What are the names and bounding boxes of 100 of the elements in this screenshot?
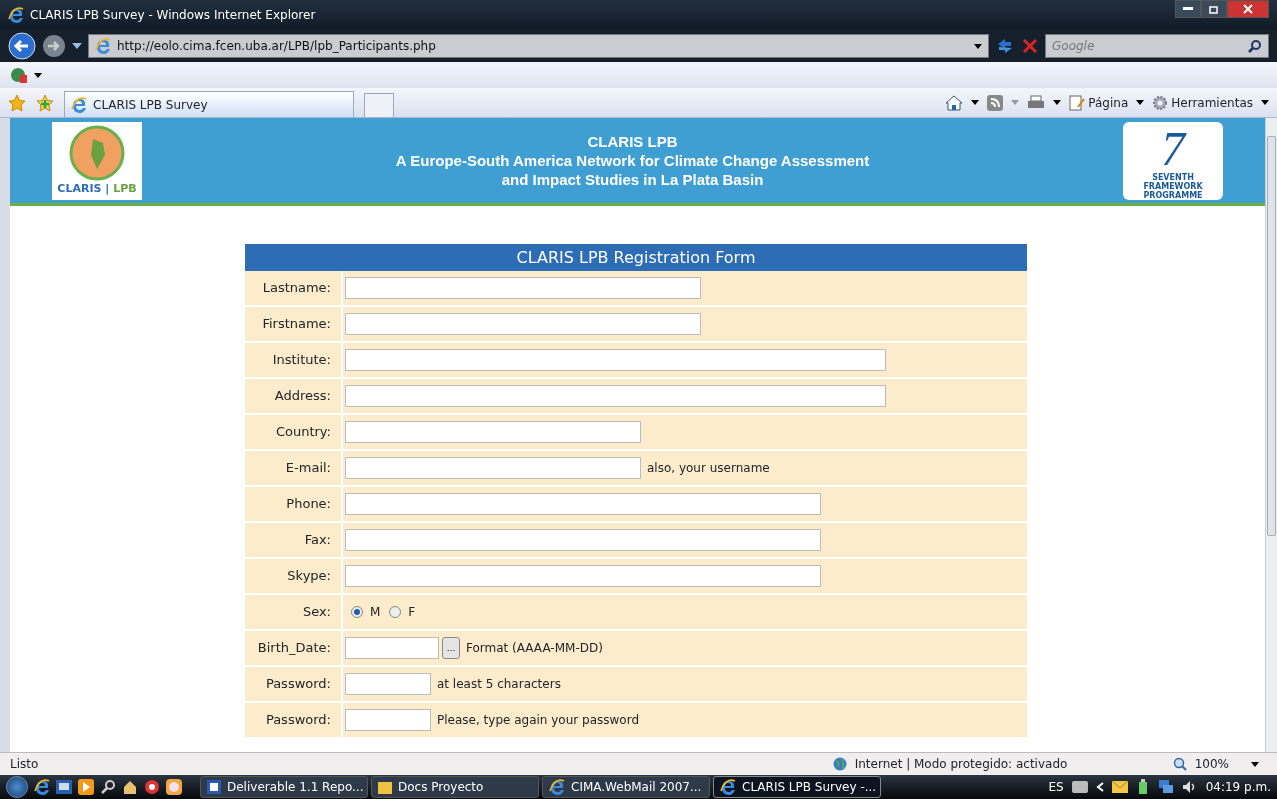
password-field[interactable] xyxy=(345,709,431,731)
logo-emblem-icon xyxy=(69,125,125,181)
language-indicator[interactable]: ES xyxy=(1048,778,1064,796)
browser-icon xyxy=(720,779,736,795)
field-label: Sex: xyxy=(245,595,341,629)
field-label: Institute: xyxy=(245,343,341,377)
input-field[interactable] xyxy=(345,349,886,371)
clock[interactable]: 04:19 p.m. xyxy=(1205,778,1271,796)
dropdown-icon[interactable] xyxy=(72,43,82,49)
command-menu[interactable]: Página xyxy=(1069,93,1129,112)
banner-text: CLARIS LPB xyxy=(586,132,679,151)
hint-text: Format (AAAA-MM-DD) xyxy=(466,640,603,657)
browser-icon[interactable] xyxy=(34,779,50,795)
home-icon[interactable] xyxy=(945,94,964,111)
browser-icon xyxy=(549,779,565,795)
printer-icon[interactable] xyxy=(1027,94,1046,111)
option-label: M xyxy=(370,604,381,621)
circle-icon[interactable] xyxy=(144,779,160,795)
restore-icon xyxy=(1209,4,1219,14)
dropdown-icon[interactable] xyxy=(1251,761,1259,767)
scrollbar[interactable] xyxy=(1265,118,1277,752)
zoom-icon[interactable] xyxy=(1172,757,1187,771)
banner-text: A Europe-South America Network for Climate Change Assessment xyxy=(394,151,871,170)
taskbar-button[interactable]: CIMA.WebMail 2007... xyxy=(542,776,710,798)
command-menu[interactable]: Herramientas xyxy=(1152,93,1253,112)
taskbar-button[interactable]: Deliverable 1.1 Repo... xyxy=(200,776,368,798)
password-field[interactable] xyxy=(345,673,431,695)
close-icon xyxy=(1243,4,1253,14)
date-field[interactable] xyxy=(345,637,439,659)
option-label: F xyxy=(408,604,416,621)
dropdown-icon[interactable] xyxy=(1053,100,1062,105)
taskbar-button[interactable]: Docs Proyecto xyxy=(371,776,539,798)
star-icon[interactable] xyxy=(8,93,26,112)
restore-button[interactable] xyxy=(1201,0,1227,18)
radio-button[interactable] xyxy=(351,606,363,618)
minimize-button[interactable] xyxy=(1175,0,1201,18)
input-field[interactable] xyxy=(345,493,821,515)
hint-text: also, your username xyxy=(647,460,770,477)
input-field[interactable] xyxy=(345,385,886,407)
logo-separator: | xyxy=(105,182,110,195)
media-player-icon[interactable] xyxy=(78,779,94,795)
chevron-icon[interactable] xyxy=(1095,782,1104,792)
field-label: Password: xyxy=(245,703,341,737)
logo-text: CLARIS xyxy=(57,182,102,195)
input-field[interactable] xyxy=(345,421,641,443)
feed-icon[interactable] xyxy=(987,94,1004,111)
browser-icon xyxy=(71,96,87,113)
input-field[interactable] xyxy=(345,457,641,479)
search-icon[interactable] xyxy=(1248,39,1262,53)
form-title: CLARIS LPB Registration Form xyxy=(245,244,1027,271)
browser-icon xyxy=(8,7,24,23)
window-title: CLARIS LPB Survey - Windows Internet Explorer xyxy=(30,7,316,24)
globe-icon[interactable] xyxy=(10,67,28,83)
input-field[interactable] xyxy=(345,529,821,551)
field-label: Skype: xyxy=(245,559,341,593)
magnifier-icon[interactable] xyxy=(100,779,116,795)
globe-icon xyxy=(832,757,847,771)
field-label: Country: xyxy=(245,415,341,449)
page-icon xyxy=(1069,94,1086,111)
start-button[interactable] xyxy=(6,776,28,798)
taskbar-button[interactable]: CLARIS LPB Survey -... xyxy=(713,776,881,798)
zoom-level[interactable]: 100% xyxy=(1194,755,1229,773)
dropdown-icon[interactable] xyxy=(974,43,982,49)
keyboard-icon[interactable] xyxy=(1071,781,1088,793)
dropdown-icon[interactable] xyxy=(971,100,980,105)
envelope-icon[interactable] xyxy=(1111,781,1128,793)
input-field[interactable] xyxy=(345,277,701,299)
input-field[interactable] xyxy=(345,565,821,587)
desktop-icon[interactable] xyxy=(56,780,72,794)
status-text: Listo xyxy=(10,756,39,773)
forward-icon[interactable] xyxy=(42,34,66,58)
dropdown-icon[interactable] xyxy=(34,72,42,78)
house-icon[interactable] xyxy=(122,779,138,795)
radio-button[interactable] xyxy=(389,606,402,618)
field-label: Fax: xyxy=(245,523,341,557)
input-field[interactable] xyxy=(345,313,701,335)
logo-text: LPB xyxy=(113,182,137,195)
logo-numeral: 7 xyxy=(1161,124,1185,173)
close-button[interactable] xyxy=(1227,0,1269,18)
back-icon[interactable] xyxy=(8,32,36,60)
gear-icon xyxy=(1152,94,1169,111)
add-favorite-icon[interactable] xyxy=(36,93,54,112)
address-field[interactable]: http://eolo.cima.fcen.uba.ar/LPB/lpb_Participants.php xyxy=(88,34,989,58)
browser-tab[interactable]: CLARIS LPB Survey xyxy=(64,91,354,117)
network-icon[interactable] xyxy=(1157,779,1174,795)
document-icon xyxy=(207,780,221,794)
banner-text: and Impact Studies in La Plata Basin xyxy=(500,170,765,189)
field-label: Address: xyxy=(245,379,341,413)
calendar-button[interactable]: ... xyxy=(442,637,460,659)
dropdown-icon[interactable] xyxy=(1136,100,1145,105)
clock-icon[interactable] xyxy=(166,779,182,795)
dropdown-icon[interactable] xyxy=(1261,100,1269,105)
field-label: Phone: xyxy=(245,487,341,521)
field-label: Password: xyxy=(245,667,341,701)
hint-text: Please, type again your password xyxy=(437,712,640,729)
field-label: Lastname: xyxy=(245,271,341,305)
field-label: Birth_Date: xyxy=(245,631,341,665)
field-label: Firstname: xyxy=(245,307,341,341)
stop-icon[interactable] xyxy=(1021,37,1039,55)
browser-icon xyxy=(95,38,111,54)
